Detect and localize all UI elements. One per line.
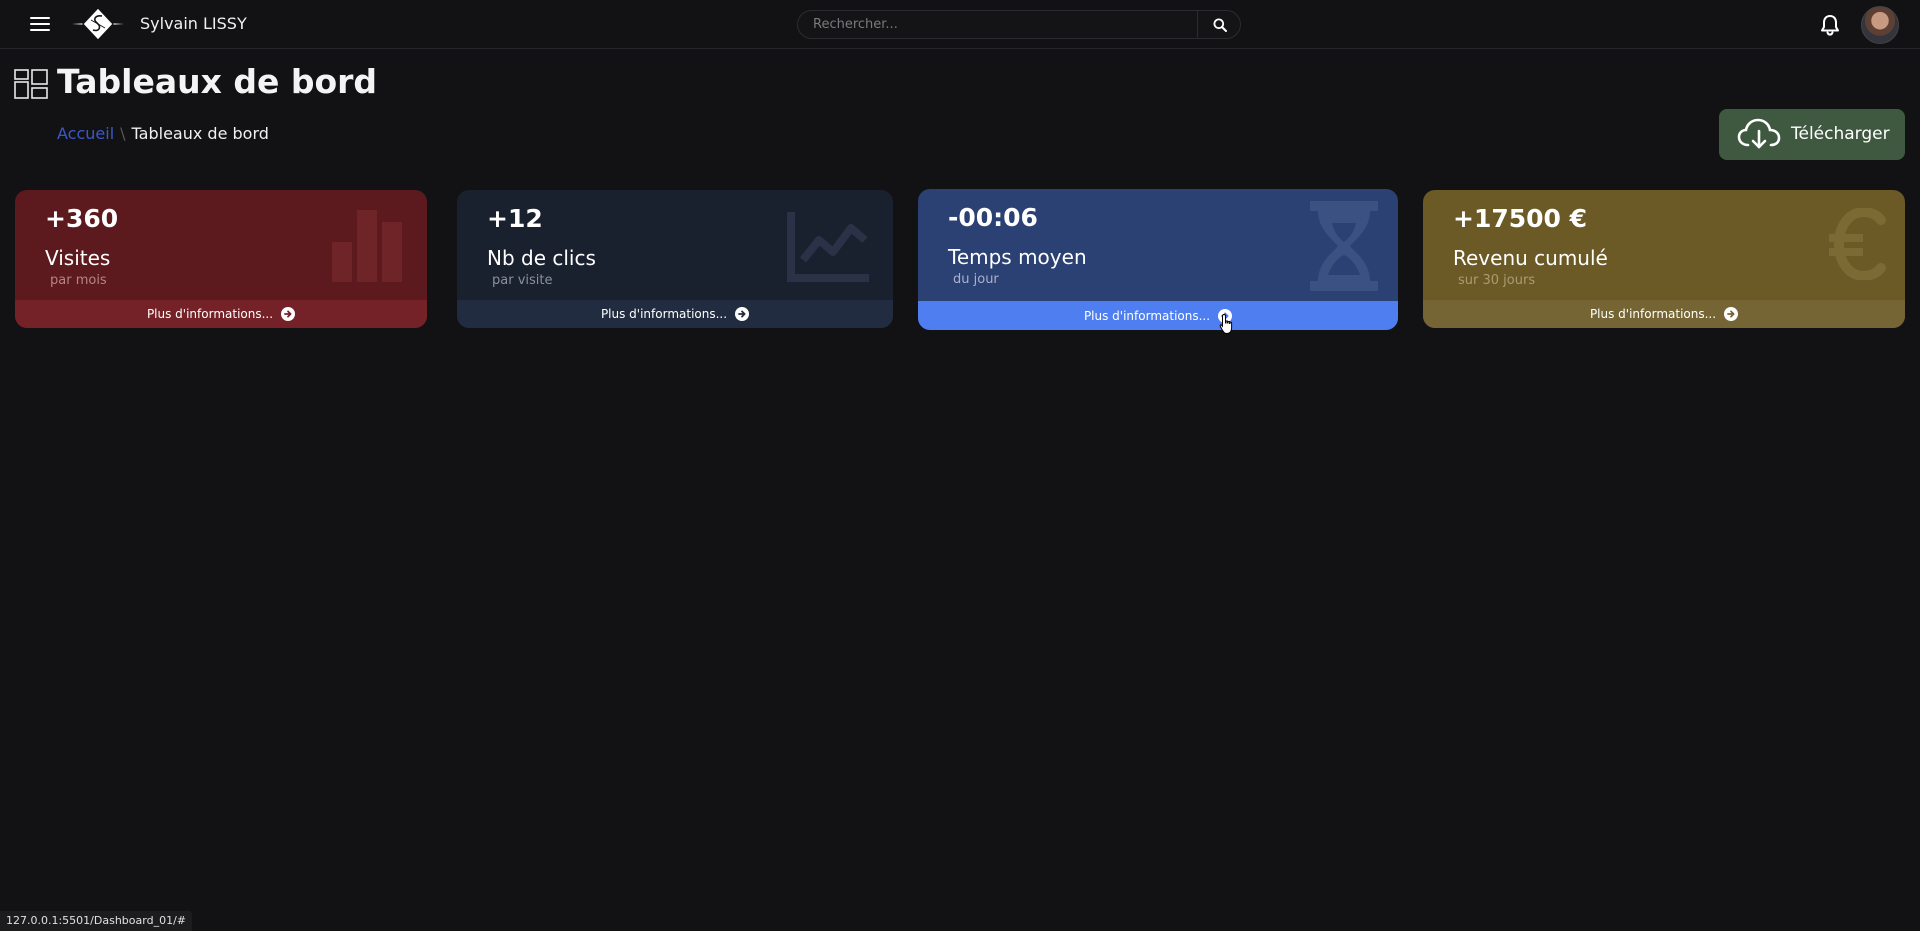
stat-card-revenu: +17500 € Revenu cumulé sur 30 jours Plus… [1423, 190, 1905, 328]
logo-icon[interactable] [72, 7, 124, 41]
top-navbar: Sylvain LISSY [0, 0, 1920, 49]
card-value: +360 [45, 204, 119, 233]
more-info-link[interactable]: Plus d'informations... [457, 300, 893, 328]
card-value: +17500 € [1453, 204, 1588, 233]
line-chart-icon [787, 212, 869, 282]
search-icon [1213, 18, 1227, 32]
breadcrumb-separator: \ [120, 124, 126, 143]
menu-icon[interactable] [30, 16, 50, 32]
arrow-right-icon [281, 307, 296, 321]
stat-card-temps-moyen: -00:06 Temps moyen du jour Plus d'inform… [918, 189, 1398, 330]
card-label: Temps moyen [948, 245, 1087, 269]
page-title: Tableaux de bord [57, 62, 378, 101]
brand-name[interactable]: Sylvain LISSY [140, 14, 247, 33]
download-label: Télécharger [1791, 124, 1890, 144]
arrow-right-icon [1724, 307, 1739, 321]
card-value: -00:06 [948, 203, 1038, 232]
download-button[interactable]: Télécharger [1719, 109, 1905, 160]
dashboard-icon [14, 69, 48, 99]
search-input[interactable] [798, 11, 1198, 38]
stat-card-clics: +12 Nb de clics par visite Plus d'inform… [457, 190, 893, 328]
more-info-link[interactable]: Plus d'informations... [1423, 300, 1905, 328]
hourglass-icon [1310, 201, 1378, 291]
card-label: Visites [45, 246, 111, 270]
bell-icon[interactable] [1818, 13, 1842, 37]
card-subtitle: sur 30 jours [1458, 273, 1536, 288]
card-subtitle: par visite [492, 273, 553, 288]
bar-chart-icon [332, 210, 402, 282]
more-info-label: Plus d'informations... [600, 307, 728, 321]
more-info-label: Plus d'informations... [146, 307, 274, 321]
card-subtitle: du jour [953, 272, 999, 287]
card-label: Revenu cumulé [1453, 246, 1608, 270]
search-bar [797, 10, 1241, 39]
stat-card-visites: +360 Visites par mois Plus d'information… [15, 190, 427, 328]
arrow-right-icon [1218, 308, 1233, 323]
user-avatar[interactable] [1861, 6, 1899, 44]
breadcrumb-current: Tableaux de bord [131, 124, 269, 143]
more-info-link[interactable]: Plus d'informations... [918, 301, 1398, 330]
search-button[interactable] [1198, 11, 1241, 38]
euro-icon [1829, 208, 1886, 280]
card-value: +12 [487, 204, 543, 233]
card-label: Nb de clics [487, 246, 596, 270]
card-subtitle: par mois [50, 273, 107, 288]
cloud-download-icon [1737, 118, 1781, 149]
more-info-label: Plus d'informations... [1589, 307, 1717, 321]
breadcrumb: Accueil \ Tableaux de bord [57, 124, 269, 143]
more-info-link[interactable]: Plus d'informations... [15, 300, 427, 328]
more-info-label: Plus d'informations... [1083, 308, 1211, 323]
status-bar-url: 127.0.0.1:5501/Dashboard_01/# [0, 911, 192, 931]
breadcrumb-home-link[interactable]: Accueil [57, 124, 114, 143]
arrow-right-icon [735, 307, 750, 321]
